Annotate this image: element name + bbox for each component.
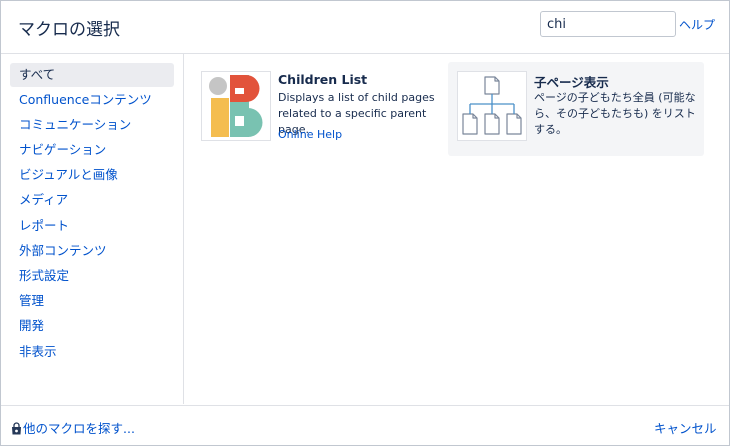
dialog-header: マクロの選択 ヘルプ [1, 1, 729, 54]
category-item-external-content[interactable]: 外部コンテンツ [10, 239, 174, 263]
children-list-logo-icon [209, 75, 263, 137]
dialog-footer: 他のマクロを探す... キャンセル [1, 405, 729, 446]
help-link[interactable]: ヘルプ [679, 16, 715, 33]
dialog-title: マクロの選択 [18, 20, 120, 40]
category-item-all[interactable]: すべて [10, 63, 174, 87]
find-more-label: 他のマクロを探す... [23, 421, 135, 436]
category-item-media[interactable]: メディア [10, 188, 174, 212]
category-item-admin[interactable]: 管理 [10, 289, 174, 313]
macro-results: Children List Displays a list of child p… [184, 54, 729, 404]
macro-card-children-list[interactable]: Children List Displays a list of child p… [192, 62, 447, 148]
macro-search-input[interactable] [540, 11, 676, 37]
macro-description: ページの子どもたち全員 (可能なら、その子どもたちも) をリストする。 [534, 91, 696, 136]
category-item-reports[interactable]: レポート [10, 214, 174, 238]
online-help-link[interactable]: Online Help [278, 128, 342, 141]
category-item-hidden[interactable]: 非表示 [10, 340, 174, 364]
page-tree-icon [462, 76, 522, 135]
macro-name: 子ページ表示 [534, 75, 609, 90]
macro-card-page-children[interactable]: 子ページ表示 ページの子どもたち全員 (可能なら、その子どもたちも) をリストす… [448, 62, 704, 156]
cancel-button[interactable]: キャンセル [654, 418, 717, 437]
category-item-confluence-content[interactable]: Confluenceコンテンツ [10, 88, 174, 112]
category-item-development[interactable]: 開発 [10, 314, 174, 338]
find-more-macros-link[interactable]: 他のマクロを探す... [11, 418, 135, 438]
marketplace-bag-icon [11, 422, 22, 438]
category-item-formatting[interactable]: 形式設定 [10, 264, 174, 288]
macro-thumbnail [201, 71, 271, 141]
macro-thumbnail [457, 71, 527, 141]
category-item-visuals-images[interactable]: ビジュアルと画像 [10, 163, 174, 187]
category-sidebar: すべて Confluenceコンテンツ コミュニケーション ナビゲーション ビジ… [1, 54, 184, 404]
macro-browser-dialog: マクロの選択 ヘルプ すべて Confluenceコンテンツ コミュニケーション… [0, 0, 730, 446]
category-item-navigation[interactable]: ナビゲーション [10, 138, 174, 162]
category-item-communication[interactable]: コミュニケーション [10, 113, 174, 137]
macro-name: Children List [278, 72, 368, 87]
